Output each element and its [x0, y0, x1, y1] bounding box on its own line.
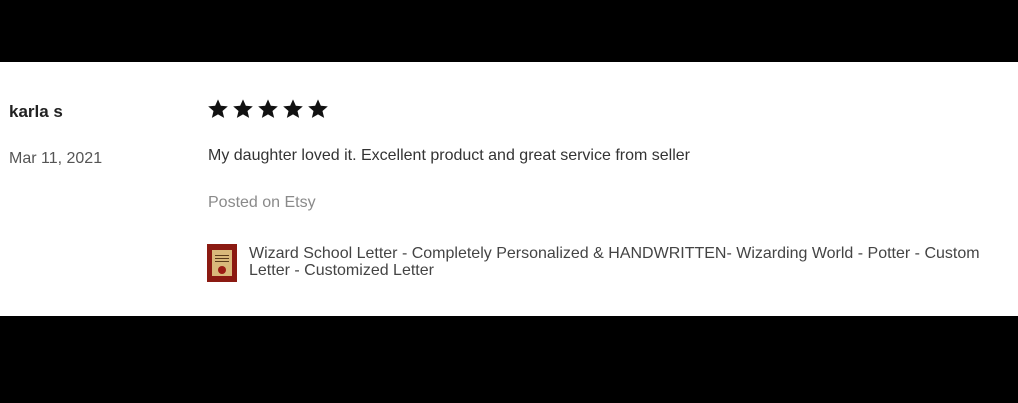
review-card: karla s Mar 11, 2021 My daughter loved i… [0, 62, 1018, 316]
screenshot-frame: karla s Mar 11, 2021 My daughter loved i… [0, 0, 1018, 403]
star-icon [307, 98, 329, 120]
letter-thumbnail-icon[interactable] [207, 244, 237, 282]
product-title[interactable]: Wizard School Letter - Completely Person… [249, 244, 1007, 279]
star-rating [207, 98, 329, 120]
star-icon [207, 98, 229, 120]
reviewer-name: karla s [9, 102, 63, 121]
posted-on-label: Posted on Etsy [208, 194, 316, 211]
star-icon [282, 98, 304, 120]
bottom-black-band [0, 316, 1018, 403]
product-link[interactable]: Wizard School Letter - Completely Person… [207, 244, 1007, 282]
top-black-band [0, 0, 1018, 62]
review-text: My daughter loved it. Excellent product … [208, 147, 691, 164]
review-date: Mar 11, 2021 [9, 150, 103, 167]
star-icon [257, 98, 279, 120]
star-icon [232, 98, 254, 120]
